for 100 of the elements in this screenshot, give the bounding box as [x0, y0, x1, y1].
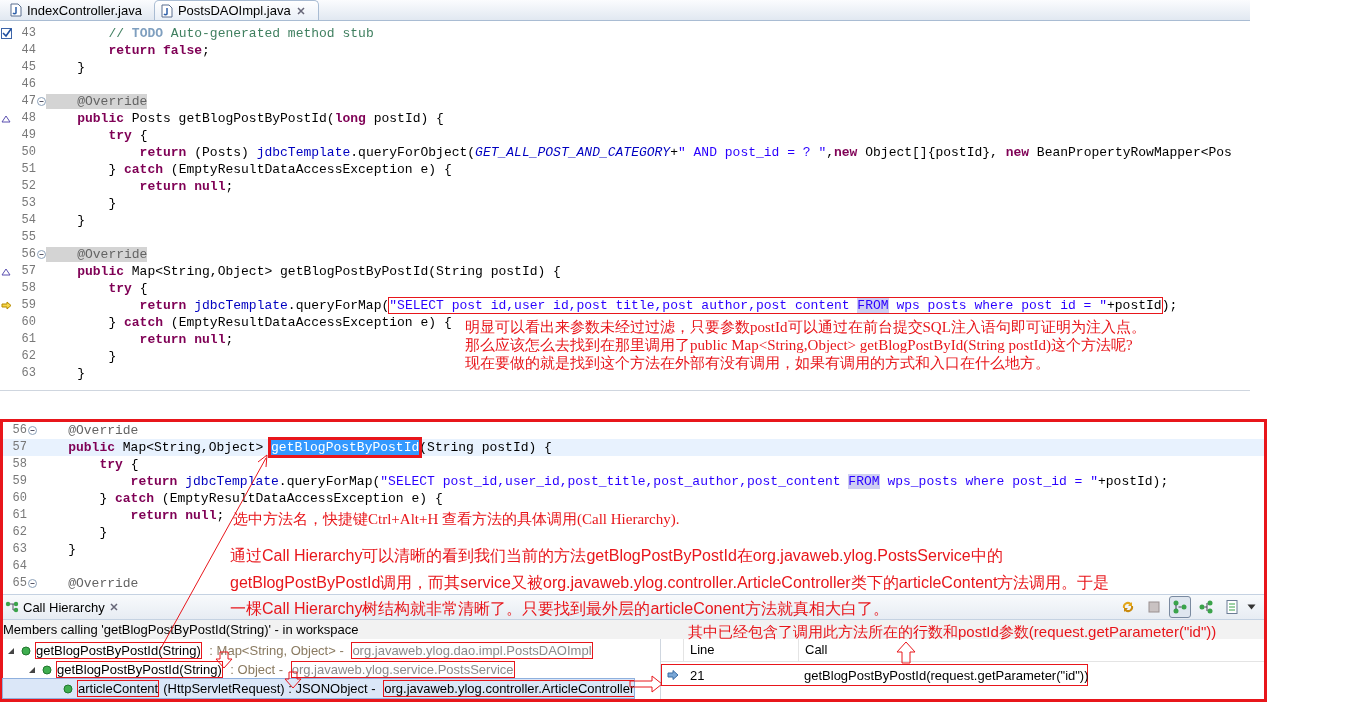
file-tab[interactable]: PostsDAOImpl.java	[153, 0, 319, 20]
class-name: org.javaweb.ylog.controller.ArticleController	[384, 681, 635, 696]
close-icon[interactable]	[295, 5, 306, 16]
line-number: 43	[20, 25, 36, 42]
highlight-box: "SELECT post id,user id,post title,post author,post content FROM wps posts where post id = "+postId	[389, 298, 1162, 313]
code-text: return jdbcTemplate.queryForMap(	[138, 298, 390, 313]
line-number: 45	[20, 59, 36, 76]
code-text: try {	[107, 128, 148, 143]
code-text: (String postId) {	[419, 440, 552, 455]
code-text: @Override	[46, 247, 148, 262]
file-tab[interactable]: IndexController.java	[4, 0, 154, 20]
annotation-text: 其中已经包含了调用此方法所在的行数和postId参数(request.getParameter("id"))	[688, 623, 1217, 642]
code-text: }	[98, 525, 108, 540]
line-number: 62	[20, 348, 36, 365]
line-number: 57	[20, 263, 36, 280]
method-icon	[63, 683, 73, 694]
code-text: @Override	[67, 423, 139, 438]
expander-icon[interactable]	[7, 646, 15, 655]
annotation-text: 明显可以看出来参数未经过过滤，只要参数postId可以通过在前台提交SQL注入语句即可证明为注入点。	[465, 318, 1146, 336]
code-text: public Map<String,Object>	[67, 440, 265, 455]
code-text: try {	[107, 281, 148, 296]
line-number: 44	[20, 42, 36, 59]
line-number: 60	[11, 490, 27, 507]
line-number: 54	[20, 212, 36, 229]
annotation-text: 通过Call Hierarchy可以清晰的看到我们当前的方法getBlogPostByPostId在org.javaweb.ylog.PostsService中的getBlogPostByPostId调用，而其service又被org.javaweb.ylog.controller.ArticleController类下的articleContent方法调用。于是一棵Call Hierarchy树结构就非常清晰了。只要找到最外层的articleConent方法就真相大白了。	[230, 546, 1111, 619]
line-number: 59	[20, 297, 36, 314]
expander-icon[interactable]	[28, 665, 36, 674]
line-number: 52	[20, 178, 36, 195]
code-text: public Map<String,Object> getBlogPostByPostId(String postId) {	[76, 264, 561, 279]
fold-icon[interactable]	[36, 250, 46, 259]
code-text: public Posts getBlogPostByPostId(long postId) {	[76, 111, 444, 126]
tree-item[interactable]: getBlogPostByPostId(String) : Object - org.javaweb.ylog.service.PostsService	[3, 660, 514, 679]
view-tab[interactable]: Call Hierarchy	[3, 596, 127, 618]
code-text: } catch (EmptyResultDataAccessException e) {	[107, 162, 452, 177]
highlight-box: getBlogPostByPostId	[271, 440, 420, 455]
fold-icon[interactable]	[27, 426, 37, 435]
line-number: 63	[11, 541, 27, 558]
line-number: 51	[20, 161, 36, 178]
code-text: return null;	[138, 179, 234, 194]
line-number: 47	[20, 93, 36, 110]
line-number: 50	[20, 144, 36, 161]
line-number: 64	[11, 558, 27, 575]
line-number: 63	[20, 365, 36, 382]
code-text: // TODO Auto-generated method stub	[107, 26, 374, 41]
method-name: articleContent	[78, 681, 159, 696]
table-cell-text: 21	[689, 667, 706, 683]
tree-item[interactable]: articleContent (HttpServletRequest) : JSONObject - org.javaweb.ylog.controller.ArticleController	[3, 679, 635, 698]
code-text: return jdbcTemplate.queryForMap("SELECT post_id,user_id,post_title,post_author,post_content FROM wps_posts where post_id = "+postId);	[129, 474, 1169, 489]
history-icon	[1224, 599, 1240, 615]
return-type: : Object -	[229, 662, 285, 677]
arrow-icon	[0, 301, 12, 310]
fold-icon[interactable]	[27, 579, 37, 588]
caret-icon[interactable]	[1247, 604, 1256, 610]
line-number: 65	[11, 575, 27, 592]
code-text: }	[67, 542, 76, 557]
column-header[interactable]: Line	[683, 639, 798, 661]
hollow-arrow	[896, 641, 916, 664]
hierarchy-icon	[5, 601, 19, 613]
tree-item[interactable]: getBlogPostByPostId(String) : Map<String, Object> - org.javaweb.ylog.dao.impl.PostsDAOImpl	[3, 641, 592, 660]
code-text: }	[76, 366, 85, 381]
code-text: try {	[98, 457, 139, 472]
method-name: getBlogPostByPostId(String)	[36, 643, 201, 658]
stop-icon	[1146, 599, 1162, 615]
close-icon[interactable]	[108, 602, 119, 612]
method-icon	[21, 645, 31, 656]
return-type: (HttpServletRequest) : JSONObject -	[163, 681, 377, 696]
code-text: }	[107, 196, 117, 211]
callees-icon	[1198, 599, 1214, 615]
line-number: 58	[11, 456, 27, 473]
method-name: getBlogPostByPostId(String)	[57, 662, 222, 677]
line-number: 58	[20, 280, 36, 297]
code-text: @Override	[67, 576, 139, 591]
java-file-icon	[10, 3, 22, 17]
code-text: return (Posts) jdbcTemplate.queryForObject(GET_ALL_POST_AND_CATEGORY+" AND post_id = ? ",new Object[]{postId}, new BeanPropertyRowMapper<Pos	[138, 145, 1232, 160]
code-text: } catch (EmptyResultDataAccessException e) {	[107, 315, 452, 330]
line-number: 53	[20, 195, 36, 212]
fold-icon[interactable]	[36, 97, 46, 106]
line-number: 60	[20, 314, 36, 331]
java-file-icon	[160, 3, 173, 18]
code-text: }	[107, 349, 117, 364]
arrow-icon	[667, 670, 679, 680]
annotation-text: 那么应该怎么去找到在那里调用了public Map<String,Object> getBlogPostById(String postId)这个方法呢?	[465, 336, 1134, 354]
callers-button[interactable]	[1169, 596, 1191, 618]
column-header[interactable]: Call	[798, 639, 828, 661]
callers-icon	[1172, 599, 1188, 615]
code-text: return false;	[107, 43, 210, 58]
class-name: org.javaweb.ylog.service.PostsService	[291, 662, 514, 677]
code-text: @Override	[46, 94, 148, 109]
code-text: }	[76, 213, 85, 228]
line-number: 62	[11, 524, 27, 541]
return-type: : Map<String, Object> -	[208, 643, 345, 658]
class-name: org.javaweb.ylog.dao.impl.PostsDAOImpl	[352, 643, 592, 658]
line-number: 55	[20, 229, 36, 246]
line-number: 48	[20, 110, 36, 127]
annotation-text: 选中方法名，快捷键Ctrl+Alt+H 查看方法的具体调用(Call Hierarchy).	[233, 510, 680, 529]
refresh-icon	[1120, 599, 1136, 615]
code-text: }	[76, 60, 85, 75]
method-icon	[42, 664, 52, 675]
line-number: 46	[20, 76, 36, 93]
line-number: 59	[11, 473, 27, 490]
